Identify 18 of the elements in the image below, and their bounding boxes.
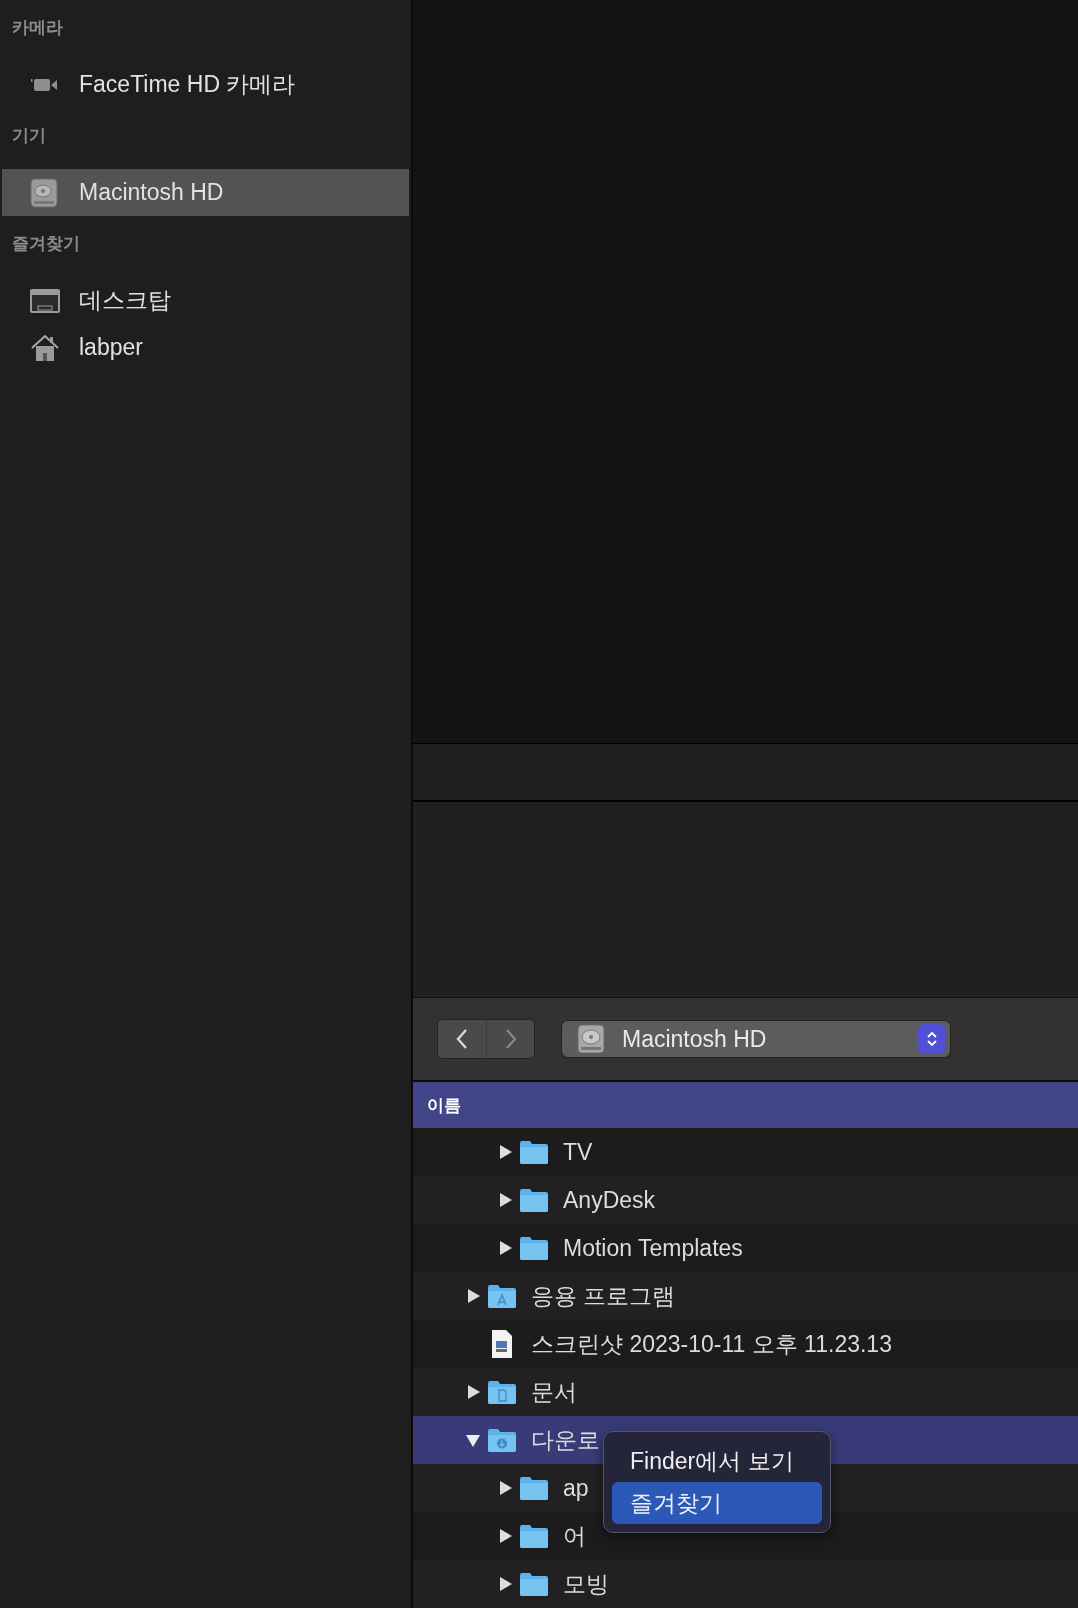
file-name: 다운로 (531, 1425, 600, 1455)
file-name: AnyDesk (563, 1186, 656, 1214)
file-name: ap (563, 1474, 589, 1502)
file-name: TV (563, 1138, 593, 1166)
file-name: 스크린샷 2023-10-11 오후 11.23.13 (531, 1329, 892, 1359)
file-name: Motion Templates (563, 1234, 743, 1262)
sidebar-item-label: FaceTime HD 카메라 (79, 70, 296, 99)
sidebar-item-label: labper (79, 334, 143, 361)
sidebar-heading: 기기 (11, 124, 47, 147)
file-name: 모빙 (563, 1569, 609, 1599)
sidebar-heading: 카메라 (11, 16, 64, 39)
file-name: 어 (563, 1521, 586, 1551)
file-name: 응용 프로그램 (531, 1281, 676, 1311)
sidebar-item-label: 데스크탑 (79, 286, 171, 315)
sidebar-item-label: Macintosh HD (79, 179, 224, 206)
file-name: 문서 (531, 1377, 577, 1407)
location-label: Macintosh HD (622, 1025, 768, 1053)
sidebar-heading: 즐겨찾기 (11, 232, 81, 255)
